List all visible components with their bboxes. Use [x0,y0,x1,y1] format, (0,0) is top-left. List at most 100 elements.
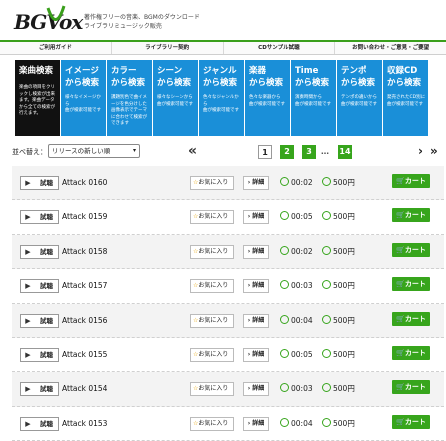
detail-button[interactable]: › 詳細 [243,347,269,362]
cart-label: カート [404,417,426,426]
cart-label: カート [404,314,426,323]
tab-genre-search[interactable]: ジャンル から検索 色々なジャンルから 曲が検索可能です [199,60,244,136]
detail-button[interactable]: › 詳細 [243,279,269,294]
tab-image-search[interactable]: イメージ から検索 様々なイメージから 曲が検索可能です [61,60,106,136]
track-name[interactable]: Attack 0160 [62,176,107,190]
nav-library-contract[interactable]: ライブラリー契約 [112,42,224,54]
add-favorite-button[interactable]: ☆お気に入り [190,416,234,431]
track-price: 500円 [322,245,355,259]
pager-page-current[interactable]: 1 [258,145,272,159]
tab-cd-search[interactable]: 収録CD から検索 発売されたCD別に 曲が検索可能です [383,60,428,136]
tab-time-search[interactable]: Time から検索 演奏時間から 曲が検索可能です [291,60,336,136]
trial-listen-button[interactable]: 試聴 [35,176,59,190]
add-to-cart-button[interactable]: 🛒カート [392,174,430,188]
pager-first-button[interactable]: « [188,144,197,158]
sort-select[interactable]: リリースの新しい順 ▾ [48,144,140,158]
trial-listen-button[interactable]: 試聴 [35,382,59,397]
add-to-cart-button[interactable]: 🛒カート [392,311,430,326]
add-favorite-button[interactable]: ☆お気に入り [190,244,234,259]
tab-color-search[interactable]: カラー から検索 課題別色で曲イメージを色分けした画像表示でテーマに合わせて検索… [107,60,152,136]
tab-instrument-search[interactable]: 楽器 から検索 色々な楽器から 曲が検索可能です [245,60,290,136]
add-to-cart-button[interactable]: 🛒カート [392,414,430,429]
play-icon[interactable]: ▶ [20,313,36,328]
track-duration: 00:02 [280,245,313,259]
add-to-cart-button[interactable]: 🛒カート [392,208,430,223]
nav-guide[interactable]: ご利用ガイド [0,42,112,54]
play-icon[interactable]: ▶ [20,382,36,397]
duration-value: 00:05 [291,212,313,222]
detail-button[interactable]: › 詳細 [243,313,269,328]
play-icon[interactable]: ▶ [20,347,36,362]
play-icon[interactable]: ▶ [20,244,36,259]
pager-page-link[interactable]: 2 [280,145,294,159]
trial-listen-button[interactable]: 試聴 [35,210,59,225]
favorite-label: お気に入り [198,385,229,393]
clock-icon [280,211,289,221]
track-name[interactable]: Attack 0155 [62,348,107,362]
cart-icon: 🛒 [396,314,405,323]
detail-button[interactable]: › 詳細 [243,176,269,190]
track-name[interactable]: Attack 0158 [62,245,107,259]
detail-button[interactable]: › 詳細 [243,210,269,225]
add-favorite-button[interactable]: ☆お気に入り [190,210,234,225]
detail-button[interactable]: › 詳細 [243,244,269,259]
pager-last-button[interactable]: » [430,144,438,158]
track-name[interactable]: Attack 0153 [62,417,107,431]
favorite-label: お気に入り [198,282,229,290]
tab-song-search[interactable]: 楽曲検索 楽曲の項目をクリックし検索が出来ます。楽曲データから全ての検索が行えま… [15,60,60,136]
trial-listen-button[interactable]: 試聴 [35,347,59,362]
tab-title: 収録CD から検索 [387,66,422,88]
pager-next-button[interactable]: › [418,144,423,158]
tab-tempo-search[interactable]: テンポ から検索 テンポの違いから 曲が検索可能です [337,60,382,136]
track-name[interactable]: Attack 0156 [62,314,107,328]
play-icon[interactable]: ▶ [20,416,36,431]
add-to-cart-button[interactable]: 🛒カート [392,242,430,257]
pager-page-link[interactable]: 3 [302,145,316,159]
pager-page-link[interactable]: 14 [338,145,352,159]
price-icon [322,245,331,255]
detail-label: 詳細 [252,385,265,393]
add-to-cart-button[interactable]: 🛒カート [392,345,430,360]
add-favorite-button[interactable]: ☆お気に入り [190,347,234,362]
track-duration: 00:05 [280,348,313,362]
track-name[interactable]: Attack 0157 [62,279,107,293]
trial-listen-button[interactable]: 試聴 [35,244,59,259]
tagline-line-2: ライブラリミュージック販売 [84,23,162,30]
play-icon[interactable]: ▶ [20,279,36,294]
clock-icon [280,417,289,427]
clock-icon [280,314,289,324]
tab-title: シーン から検索 [157,66,192,88]
add-favorite-button[interactable]: ☆お気に入り [190,279,234,294]
tab-scene-search[interactable]: シーン から検索 様々なシーンから 曲が検索可能です [153,60,198,136]
favorite-label: お気に入り [198,247,229,255]
add-to-cart-button[interactable]: 🛒カート [392,277,430,292]
track-name[interactable]: Attack 0154 [62,382,107,396]
price-icon [322,280,331,290]
clock-icon [280,383,289,393]
trial-listen-button[interactable]: 試聴 [35,313,59,328]
add-favorite-button[interactable]: ☆お気に入り [190,313,234,328]
duration-value: 00:03 [291,281,313,291]
trial-listen-button[interactable]: 試聴 [35,279,59,294]
site-logo[interactable]: BGVox [14,4,83,36]
detail-button[interactable]: › 詳細 [243,382,269,397]
add-to-cart-button[interactable]: 🛒カート [392,380,430,395]
add-favorite-button[interactable]: ☆お気に入り [190,382,234,397]
nav-contact[interactable]: お問い合わせ・ご意見・ご要望 [335,42,446,54]
clock-icon [280,177,289,186]
sort-selected-value: リリースの新しい順 [52,147,111,155]
play-icon[interactable]: ▶ [20,210,36,225]
nav-cd-sample[interactable]: CDサンプル試聴 [224,42,336,54]
detail-button[interactable]: › 詳細 [243,416,269,431]
track-duration: 00:04 [280,417,313,431]
trial-listen-button[interactable]: 試聴 [35,416,59,431]
track-duration: 00:02 [280,176,313,190]
track-name[interactable]: Attack 0159 [62,210,107,224]
tab-desc: 色々な楽器から 曲が検索可能です [249,95,285,107]
detail-label: 詳細 [252,282,265,290]
sort-label: 並べ替え： [12,148,47,156]
track-price: 500円 [322,279,355,293]
tab-desc: 様々なシーンから 曲が検索可能です [157,95,193,107]
play-icon[interactable]: ▶ [20,176,36,190]
add-favorite-button[interactable]: ☆お気に入り [190,176,234,190]
